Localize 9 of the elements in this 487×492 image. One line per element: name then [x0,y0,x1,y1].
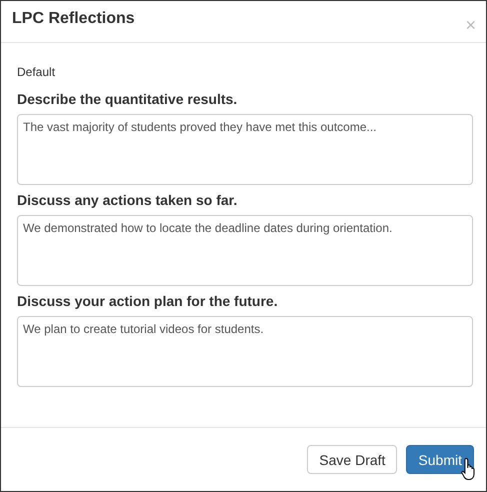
question-label: Describe the quantitative results. [17,91,238,107]
answer-field[interactable]: We plan to create tutorial videos for students. [17,316,473,387]
answer-field[interactable]: We demonstrated how to locate the deadline dates during orientation. [17,215,473,286]
window-title: LPC Reflections [12,10,135,28]
answer-field[interactable]: The vast majority of students proved they have met this outcome... [17,114,473,185]
question-label: Discuss any actions taken so far. [17,192,238,208]
template-label: Default [17,65,56,79]
save-draft-button[interactable]: Save Draft [307,445,398,474]
question-label: Discuss your action plan for the future. [17,293,279,309]
